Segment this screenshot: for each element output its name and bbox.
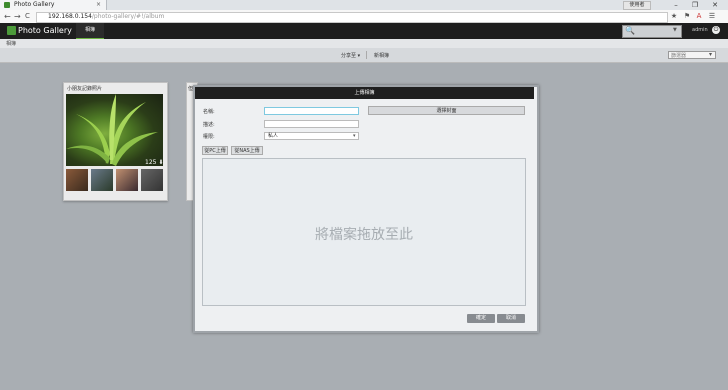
album-count-value: 125 [145,159,157,166]
close-window-button[interactable]: ✕ [708,1,722,9]
toolbar-divider [366,51,367,59]
album-thumbnail[interactable] [116,169,138,191]
filter-dropdown-icon[interactable]: ▾ [709,51,712,58]
confirm-button[interactable]: 確定 [467,314,495,323]
album-cover-image[interactable] [66,94,163,166]
bookmark-star-icon[interactable]: ★ [670,12,678,20]
tab-title: Photo Gallery [14,1,55,8]
browser-tabstrip [0,0,728,10]
app-header [0,23,728,39]
description-label: 描述: [203,122,215,128]
dialog-title: 上傳相簿 [354,90,375,96]
url-host: 192.168.0.154 [48,13,92,20]
permission-label: 權限: [203,134,215,140]
cancel-button[interactable]: 取消 [497,314,525,323]
album-thumbnail[interactable] [141,169,163,191]
back-arrow-icon[interactable]: ← [4,11,11,22]
minimize-button[interactable]: – [669,1,683,9]
user-name[interactable]: admin [692,27,708,33]
url-path: /photo-gallery/#!/album [91,13,165,20]
forward-arrow-icon[interactable]: → [14,11,21,22]
reload-icon[interactable]: C [25,11,30,22]
extension-flag-icon[interactable]: ⚑ [683,12,691,20]
permission-select[interactable]: 私人 [264,132,359,140]
toolbar [0,48,728,63]
name-field[interactable] [264,107,359,115]
album-thumbnail[interactable] [91,169,113,191]
app-title: Photo Gallery [18,26,72,35]
url-text: 192.168.0.154/photo-gallery/#!/album [48,12,164,22]
album-photo-count: 125 ⬇ [145,159,163,166]
dropzone-text: 將檔案拖放至此 [315,227,413,243]
name-label: 名稱: [203,109,215,115]
chevron-down-icon[interactable]: ▾ [353,132,356,140]
breadcrumb[interactable]: 相簿 [6,40,16,47]
album-thumbnail[interactable] [66,169,88,191]
share-to-button[interactable]: 分享至 ▾ [341,52,360,59]
search-dropdown-icon[interactable]: ▼ [673,27,677,33]
nav-album-tab[interactable]: 相簿 [76,23,104,39]
album-name: 小朋友記錄照片 [67,86,103,92]
tab-favicon-icon [4,2,10,8]
power-icon[interactable]: ⏻ [712,26,720,34]
browser-menu-icon[interactable]: ☰ [708,12,716,20]
download-icon: ⬇ [158,159,164,166]
plant-illustration [66,94,158,166]
choose-cover-button[interactable]: 選擇封面 [368,106,525,115]
pdf-extension-icon[interactable]: A [695,12,703,20]
search-icon[interactable]: 🔍 [625,26,635,35]
maximize-button[interactable]: ❐ [688,1,702,9]
app-logo-icon [7,26,16,35]
upload-from-nas-button[interactable]: 從NAS上傳 [231,146,263,155]
tab-close-icon[interactable]: × [96,1,101,8]
upload-from-pc-button[interactable]: 從PC上傳 [202,146,228,155]
new-album-button[interactable]: 新相簿 [374,52,389,59]
window-user-button[interactable]: 使用者 [623,1,651,10]
description-field[interactable] [264,120,359,128]
